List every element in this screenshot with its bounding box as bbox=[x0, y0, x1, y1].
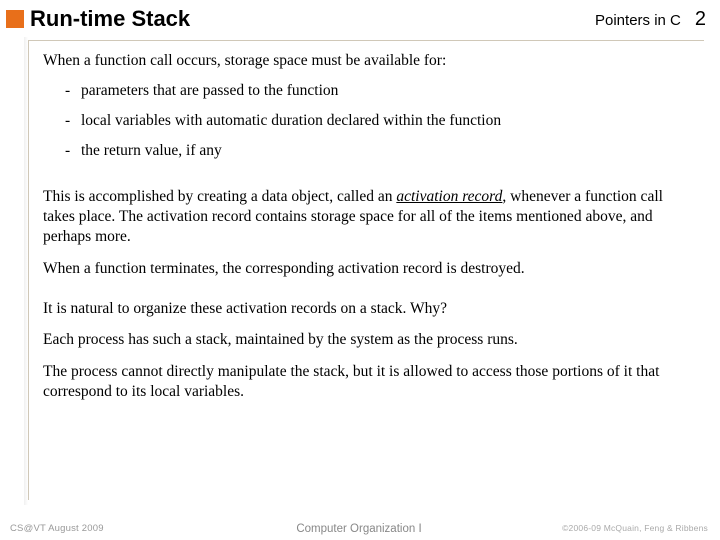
paragraph: It is natural to organize these activati… bbox=[43, 299, 692, 319]
slide-header: Run-time Stack Pointers in C 2 bbox=[0, 0, 720, 36]
page-number: 2 bbox=[695, 8, 706, 31]
list-item: local variables with automatic duration … bbox=[65, 111, 692, 131]
paragraph: This is accomplished by creating a data … bbox=[43, 187, 692, 246]
text-span: This is accomplished by creating a data … bbox=[43, 188, 396, 205]
subject-label: Pointers in C bbox=[595, 12, 681, 29]
paragraph: The process cannot directly manipulate t… bbox=[43, 362, 692, 402]
list-item: the return value, if any bbox=[65, 141, 692, 161]
footer-right: ©2006-09 McQuain, Feng & Ribbens bbox=[562, 523, 708, 533]
content-frame: When a function call occurs, storage spa… bbox=[28, 40, 704, 500]
header-right: Pointers in C 2 bbox=[595, 8, 706, 31]
intro-text: When a function call occurs, storage spa… bbox=[43, 51, 692, 71]
accent-square-icon bbox=[6, 10, 24, 28]
paragraph: Each process has such a stack, maintaine… bbox=[43, 330, 692, 350]
slide-title: Run-time Stack bbox=[30, 6, 190, 32]
header-left: Run-time Stack bbox=[6, 6, 190, 32]
footer-left: CS@VT August 2009 bbox=[10, 523, 104, 534]
bullet-list: parameters that are passed to the functi… bbox=[65, 81, 692, 161]
slide-footer: CS@VT August 2009 Computer Organization … bbox=[10, 523, 708, 534]
list-item: parameters that are passed to the functi… bbox=[65, 81, 692, 101]
emphasized-term: activation record bbox=[396, 188, 502, 205]
footer-center: Computer Organization I bbox=[296, 523, 421, 535]
paragraph: When a function terminates, the correspo… bbox=[43, 259, 692, 279]
